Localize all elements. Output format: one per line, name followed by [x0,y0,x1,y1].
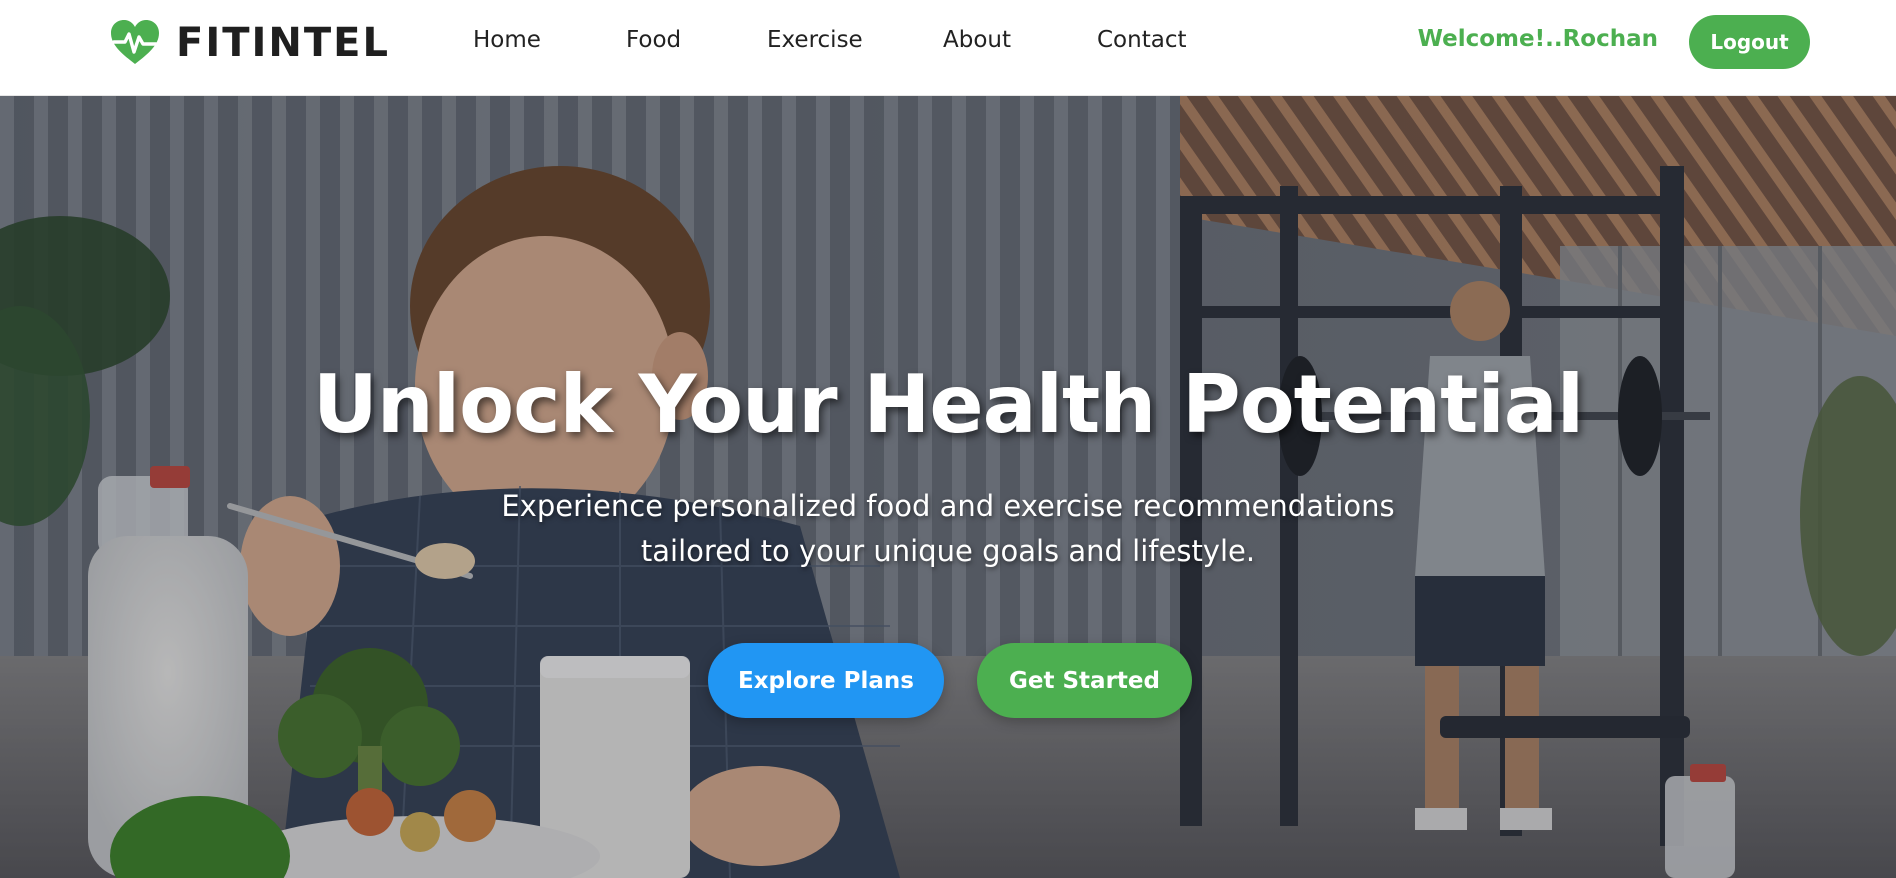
nav-item-about[interactable]: About [943,27,1011,53]
heart-pulse-icon [111,20,159,64]
get-started-button[interactable]: Get Started [977,643,1192,718]
nav-item-food[interactable]: Food [626,27,681,53]
logout-button[interactable]: Logout [1689,15,1810,69]
nav-item-exercise[interactable]: Exercise [767,27,863,53]
brand-name: FITINTEL [176,20,390,66]
hero-subtitle: Experience personalized food and exercis… [0,484,1896,574]
explore-plans-button[interactable]: Explore Plans [708,643,944,718]
hero-subtitle-line-2: tailored to your unique goals and lifest… [640,534,1256,568]
hero-section: Unlock Your Health Potential Experience … [0,96,1896,878]
top-navbar: FITINTEL Home Food Exercise About Contac… [0,0,1896,96]
brand-logo[interactable]: FITINTEL [110,20,390,66]
nav-item-contact[interactable]: Contact [1097,27,1186,53]
hero-subtitle-line-1: Experience personalized food and exercis… [501,489,1395,523]
hero-title: Unlock Your Health Potential [312,358,1584,451]
welcome-user-text: Welcome!..Rochan [1417,26,1658,52]
nav-item-home[interactable]: Home [473,27,541,53]
